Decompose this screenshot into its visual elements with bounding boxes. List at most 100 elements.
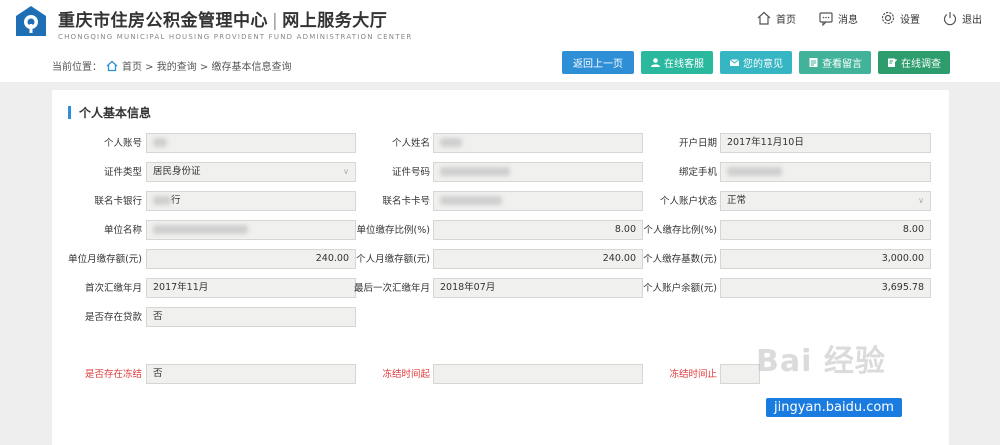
nav-logout[interactable]: 退出 [942,10,982,26]
breadcrumb-prefix: 当前位置： [52,62,102,73]
balance-field: 3,695.78 [720,278,931,298]
has-loan-label: 是否存在贷款 [84,312,142,323]
form-row: 联名卡银行 行 联名卡卡号 个人账户状态 正常 ∨ [52,191,949,213]
form-row: 证件类型 居民身份证 ∨ 证件号码 绑定手机 [52,162,949,184]
open-date-label: 开户日期 [678,138,717,149]
balance-label: 个人账户余额(元) [643,283,717,294]
account-status-value: 正常 [727,195,747,206]
site-header: 重庆市住房公积金管理中心 | 网上服务大厅 CHONGQING MUNICIPAL … [0,0,1000,48]
feedback-button[interactable]: 您的意见 [720,51,792,74]
account-status-label: 个人账户状态 [659,196,717,207]
last-deposit-label: 最后一次汇缴年月 [353,283,430,294]
back-button[interactable]: 返回上一页 [562,51,634,74]
card-bank-value: 行 [171,195,181,206]
freeze-start-field [433,364,643,384]
online-service-button[interactable]: 在线客服 [641,51,713,74]
bound-phone-field [720,162,931,182]
freeze-end-field [720,364,760,384]
employer-rate-label: 单位缴存比例(%) [356,225,430,236]
freeze-start-label: 冻结时间起 [382,369,430,380]
has-freeze-field: 否 [146,364,356,384]
message-icon [819,12,833,26]
breadcrumb-bar: 当前位置： 首页 > 我的查询 > 缴存基本信息查询 返回上一页 在线客服 您的… [0,48,1000,80]
nav-settings[interactable]: 设置 [880,10,920,26]
view-messages-label: 查看留言 [822,59,862,70]
card-bank-label: 联名卡银行 [94,196,142,207]
card-bank-field: 行 [146,191,356,211]
card-number-field [433,191,643,211]
redacted-value [440,167,510,176]
site-title: 重庆市住房公积金管理中心 | 网上服务大厅 [58,6,412,31]
site-title-sub: 网上服务大厅 [282,11,388,31]
nav-logout-label: 退出 [962,14,982,26]
breadcrumb-path[interactable]: 首页 > 我的查询 > 缴存基本信息查询 [122,58,291,73]
action-buttons: 返回上一页 在线客服 您的意见 查看留言 在线调查 [562,51,950,74]
back-button-label: 返回上一页 [573,59,623,70]
envelope-icon [729,59,740,66]
form-row: 是否存在贷款 否 [52,307,949,329]
name-label: 个人姓名 [391,138,430,149]
first-deposit-label: 首次汇缴年月 [84,283,142,294]
form-row: 单位名称 单位缴存比例(%) 8.00 个人缴存比例(%) 8.00 [52,220,949,242]
deposit-base-field: 3,000.00 [720,249,931,269]
power-icon [943,12,957,26]
id-number-field [433,162,643,182]
form-row: 个人账号 个人姓名 开户日期 2017年11月10日 [52,133,949,155]
site-title-block: 重庆市住房公积金管理中心 | 网上服务大厅 CHONGQING MUNICIPAL … [58,6,412,41]
bound-phone-label: 绑定手机 [678,167,717,178]
nav-messages[interactable]: 消息 [818,10,858,26]
nav-messages-label: 消息 [838,14,858,26]
nav-home[interactable]: 首页 [756,10,796,26]
view-messages-button[interactable]: 查看留言 [799,51,871,74]
redacted-value [440,196,502,205]
online-survey-label: 在线调查 [901,59,941,70]
redacted-value [153,196,171,205]
note-icon [809,58,818,67]
id-type-label: 证件类型 [103,167,142,178]
user-icon [651,58,660,67]
edit-icon [888,58,898,67]
account-number-label: 个人账号 [103,138,142,149]
personal-monthly-field: 240.00 [433,249,643,269]
logo-house-icon [16,6,46,36]
home-icon [106,60,118,71]
section-title: 个人基本信息 [68,104,151,121]
deposit-base-label: 个人缴存基数(元) [643,254,717,265]
personal-rate-label: 个人缴存比例(%) [643,225,717,236]
open-date-field: 2017年11月10日 [720,133,931,153]
personal-rate-field: 8.00 [720,220,931,240]
feedback-label: 您的意见 [743,59,783,70]
employer-monthly-label: 单位月缴存额(元) [68,254,142,265]
watermark-text: Bai 经验 [756,344,886,379]
freeze-end-label: 冻结时间止 [669,369,717,380]
account-number-field [146,133,356,153]
form-row: 首次汇缴年月 2017年11月 最后一次汇缴年月 2018年07月 个人账户余额… [52,278,949,300]
personal-monthly-label: 个人月缴存额(元) [356,254,430,265]
online-service-label: 在线客服 [664,59,704,70]
redacted-value [727,167,782,176]
has-loan-field: 否 [146,307,356,327]
site-title-main: 重庆市住房公积金管理中心 [58,11,268,31]
watermark-url: jingyan.baidu.com [766,398,902,417]
employer-monthly-field: 240.00 [146,249,356,269]
chevron-down-icon: ∨ [918,196,924,205]
section-title-accent [68,106,71,119]
baidu-jingyan-watermark: Bai 经验 jingyan.baidu.com [756,336,946,417]
id-type-value: 居民身份证 [153,166,201,177]
employer-name-field [146,220,356,240]
id-type-select[interactable]: 居民身份证 ∨ [146,162,356,182]
nav-settings-label: 设置 [900,14,920,26]
site-subtitle-en: CHONGQING MUNICIPAL HOUSING PROVIDENT FU… [58,33,413,41]
account-status-select[interactable]: 正常 ∨ [720,191,931,211]
online-survey-button[interactable]: 在线调查 [878,51,950,74]
employer-rate-field: 8.00 [433,220,643,240]
redacted-value [440,138,462,147]
form-row: 单位月缴存额(元) 240.00 个人月缴存额(元) 240.00 个人缴存基数… [52,249,949,271]
name-field [433,133,643,153]
breadcrumb: 当前位置： 首页 > 我的查询 > 缴存基本信息查询 [52,58,291,73]
gear-icon [881,11,895,25]
site-title-separator: | [272,11,279,31]
card-number-label: 联名卡卡号 [382,196,430,207]
section-title-text: 个人基本信息 [79,106,152,120]
has-freeze-label: 是否存在冻结 [84,369,142,380]
